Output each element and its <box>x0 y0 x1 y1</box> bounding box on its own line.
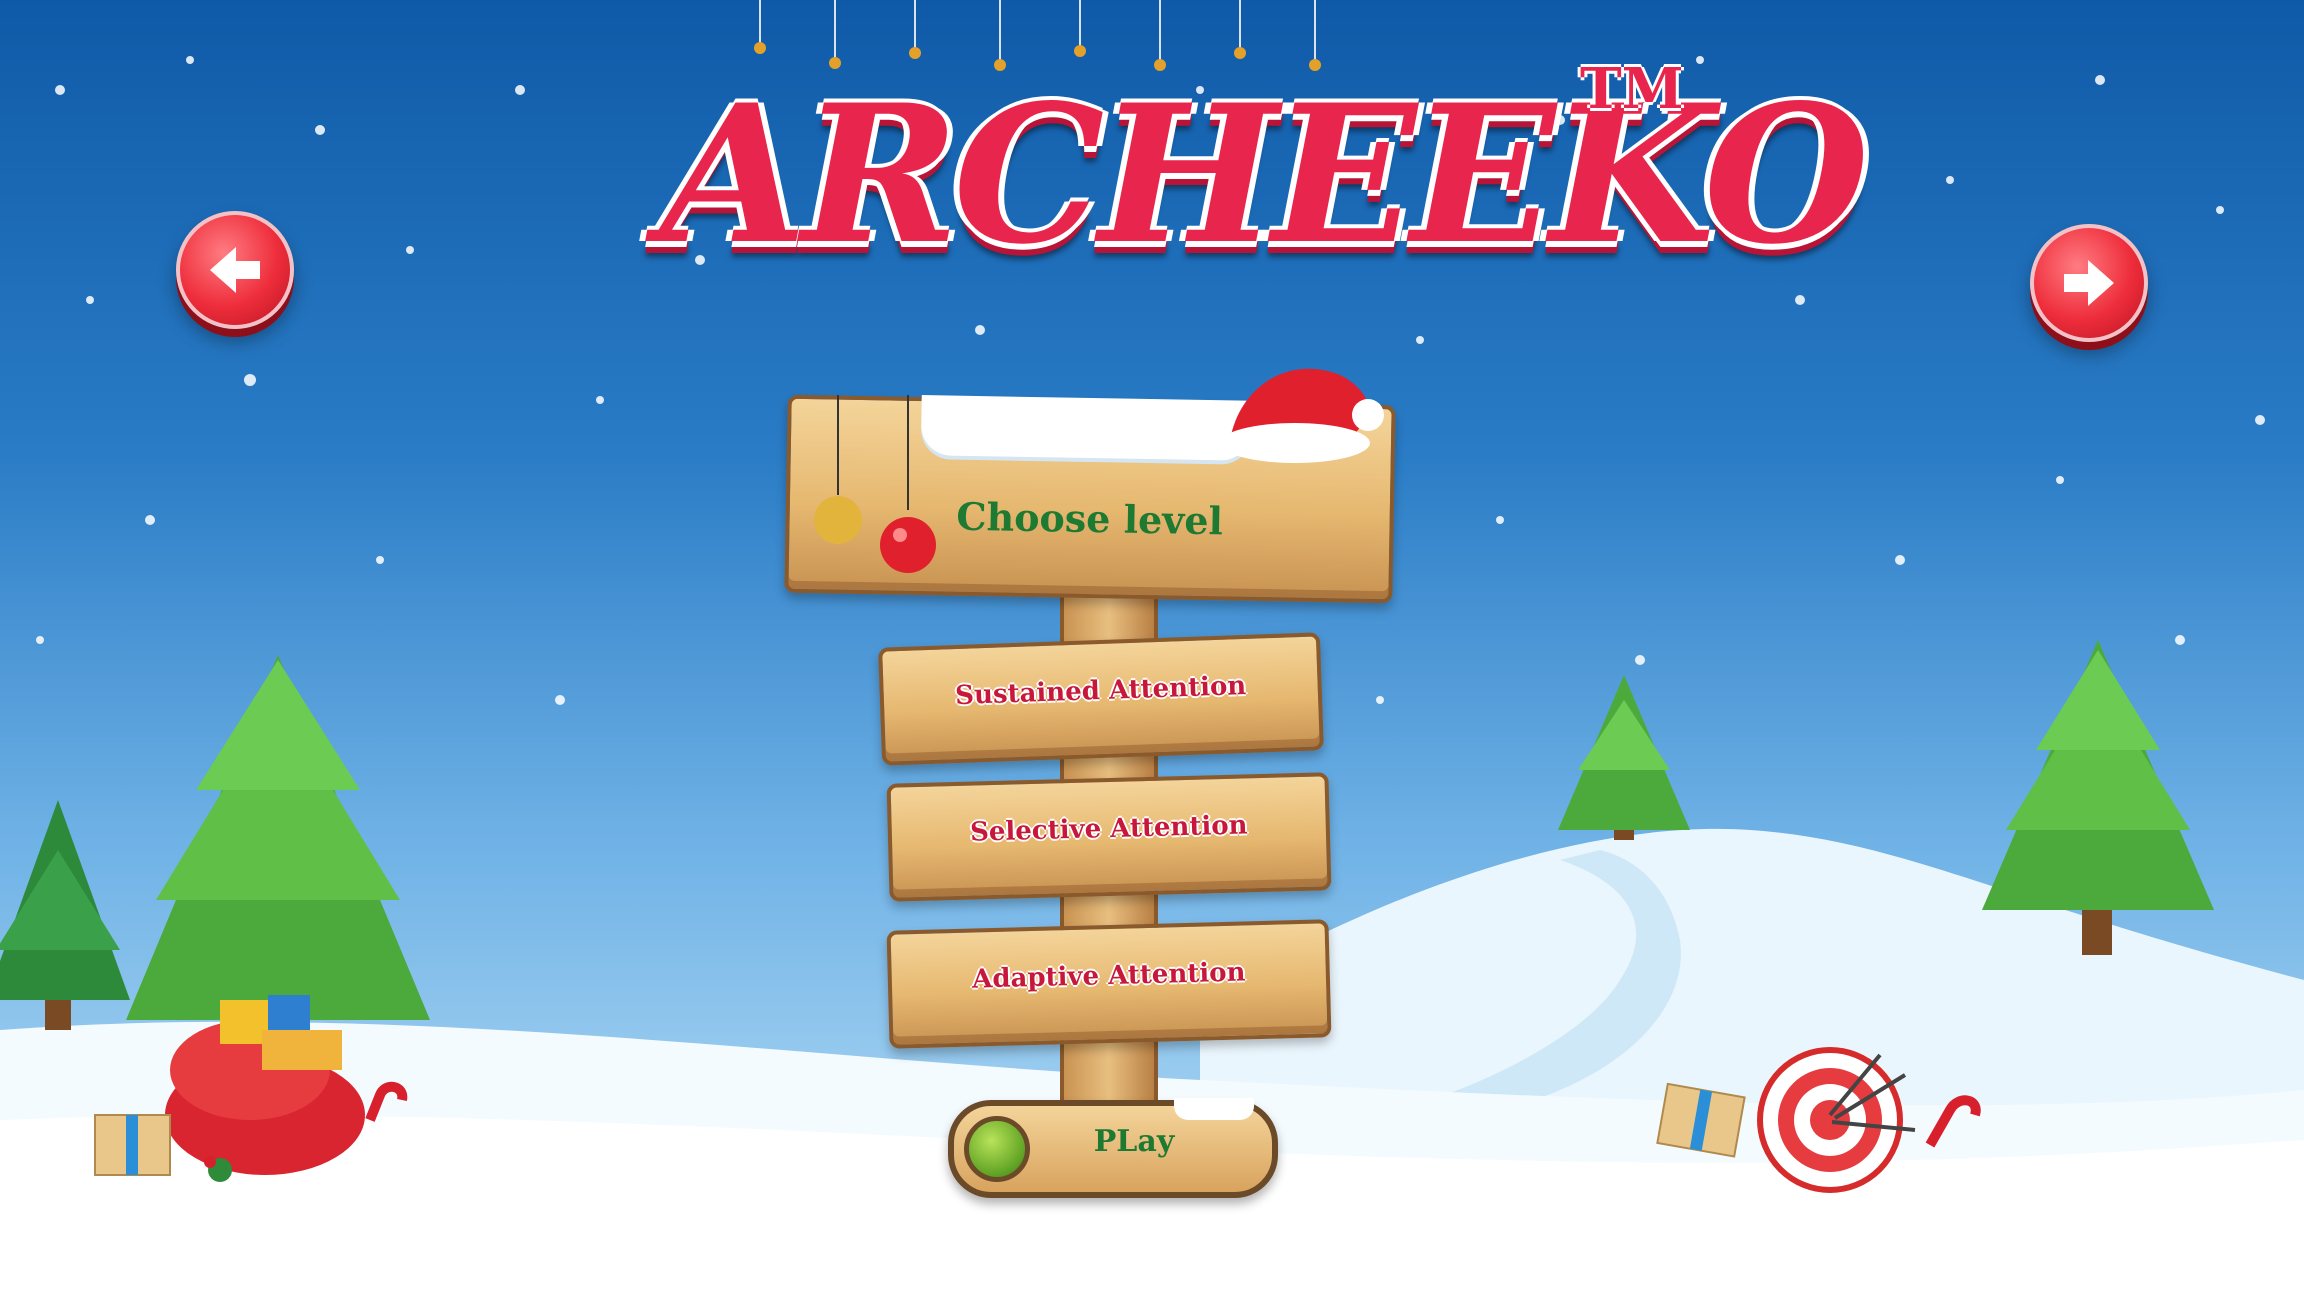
hanging-ornaments <box>814 395 936 573</box>
level-option-label: Sustained Attention <box>954 670 1247 712</box>
level-option-label: Selective Attention <box>969 810 1248 848</box>
game-title: ARCHEEKO <box>660 63 1869 286</box>
play-label: PLay <box>1093 1124 1175 1159</box>
back-button[interactable] <box>176 211 294 329</box>
game-scene: ARCHEEKO TM Choose level Sustained Atten… <box>0 0 2304 1296</box>
hanging-ornament-strings <box>754 0 1321 71</box>
level-option-selective[interactable]: Selective Attention <box>886 772 1332 902</box>
tree-icon <box>0 800 130 1030</box>
snow-cap <box>1174 1098 1254 1120</box>
level-option-adaptive[interactable]: Adaptive Attention <box>886 919 1332 1049</box>
level-option-label: Adaptive Attention <box>971 957 1246 995</box>
snow-cap <box>920 395 1252 461</box>
arrow-left-icon <box>210 247 260 293</box>
next-button[interactable] <box>2030 224 2148 342</box>
play-button[interactable]: PLay <box>948 1098 1278 1198</box>
arrow-right-icon <box>2064 260 2114 306</box>
tree-icon <box>1982 640 2214 955</box>
game-logo: ARCHEEKO TM <box>660 40 1869 310</box>
gold-bauble-icon <box>814 496 862 544</box>
santa-hat-icon <box>1220 368 1384 463</box>
level-option-sustained[interactable]: Sustained Attention <box>878 632 1324 766</box>
tree-icon <box>1558 675 1690 840</box>
trademark-mark: TM <box>1580 56 1684 122</box>
red-bauble-icon <box>880 517 936 573</box>
play-knob-icon <box>964 1116 1030 1182</box>
